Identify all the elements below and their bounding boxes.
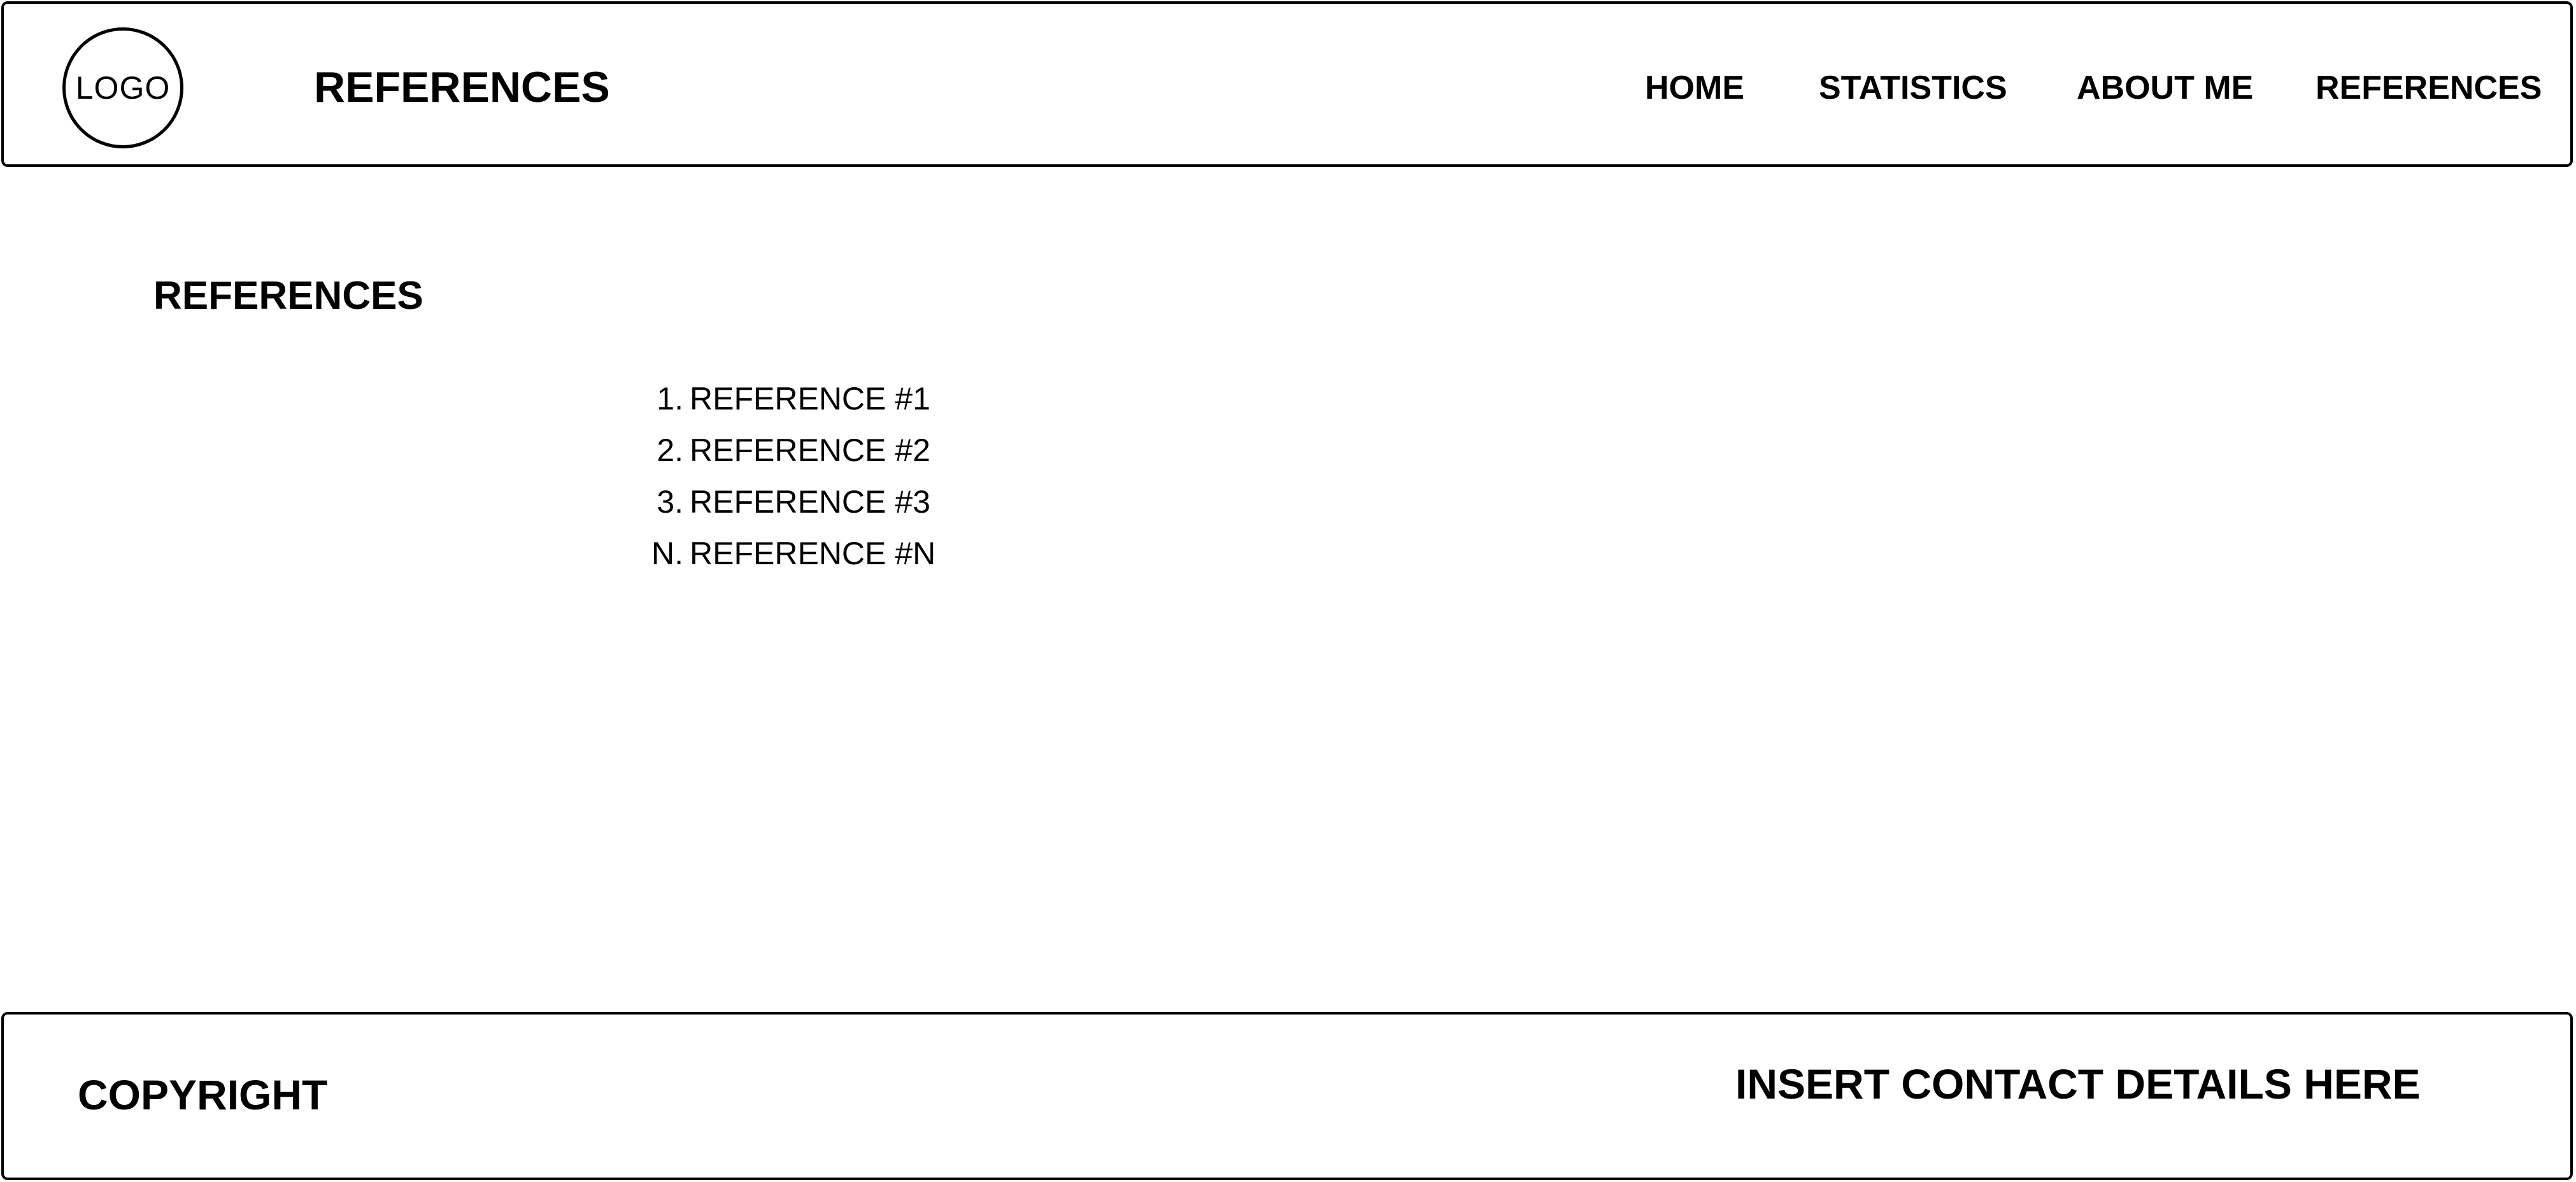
reference-item-1: 1. REFERENCE #1	[640, 381, 936, 432]
reference-text: REFERENCE #1	[690, 381, 930, 417]
reference-text: REFERENCE #2	[690, 432, 930, 468]
reference-marker: 3.	[657, 484, 683, 520]
reference-list: 1. REFERENCE #1 2. REFERENCE #2 3. REFER…	[640, 381, 936, 587]
nav-statistics-link[interactable]: STATISTICS	[1819, 70, 2007, 106]
reference-marker: 1.	[657, 381, 683, 417]
contact-details: INSERT CONTACT DETAILS HERE	[1735, 1060, 2421, 1107]
logo[interactable]: LOGO	[62, 27, 183, 148]
section-title: REFERENCES	[153, 274, 423, 318]
reference-item-n: N. REFERENCE #N	[640, 536, 936, 587]
reference-text: REFERENCE #N	[690, 536, 936, 571]
nav-references-link[interactable]: REFERENCES	[2316, 70, 2542, 106]
reference-marker: 2.	[657, 432, 683, 468]
nav-about-me-link[interactable]: ABOUT ME	[2077, 70, 2253, 106]
reference-item-2: 2. REFERENCE #2	[640, 432, 936, 484]
nav-home-link[interactable]: HOME	[1645, 70, 1744, 106]
page-title: REFERENCES	[314, 63, 610, 111]
copyright-text: COPYRIGHT	[78, 1071, 328, 1118]
site-footer: COPYRIGHT INSERT CONTACT DETAILS HERE	[1, 1012, 2573, 1180]
logo-text: LOGO	[75, 70, 171, 106]
reference-marker: N.	[651, 536, 683, 571]
reference-item-3: 3. REFERENCE #3	[640, 484, 936, 536]
site-header: LOGO REFERENCES HOME STATISTICS ABOUT ME…	[1, 1, 2573, 167]
reference-text: REFERENCE #3	[690, 484, 930, 520]
